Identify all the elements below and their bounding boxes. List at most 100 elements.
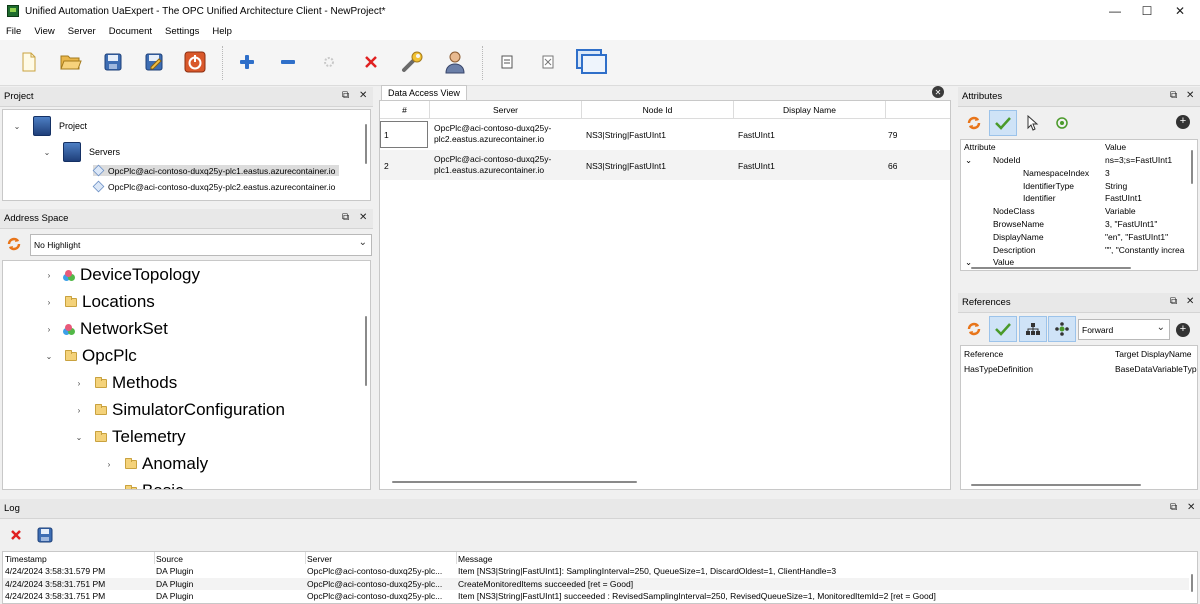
tree-node-telemetry[interactable]: ⌄ Telemetry [73, 427, 186, 447]
highlight-select[interactable]: No Highlight ⌄ [30, 234, 372, 256]
float-icon[interactable]: ⧉ [342, 212, 349, 223]
address-space-scrollbar[interactable] [365, 316, 367, 386]
column-header-server[interactable]: Server [307, 554, 332, 564]
references-header: References ⧉ ✕ [958, 293, 1200, 313]
column-header-timestamp[interactable]: Timestamp [5, 554, 47, 564]
tab-data-access-view[interactable]: Data Access View [381, 85, 467, 100]
save-project-button[interactable] [100, 49, 126, 75]
cursor-button[interactable] [1019, 110, 1047, 136]
clear-log-button[interactable] [2, 522, 30, 548]
add-icon[interactable]: + [1176, 115, 1190, 129]
attribute-name[interactable]: Description [993, 245, 1036, 255]
column-header-message[interactable]: Message [458, 554, 493, 564]
close-tab-icon[interactable]: ✕ [932, 86, 944, 98]
close-icon[interactable]: ✕ [1186, 296, 1194, 307]
attribute-name[interactable]: Identifier [1023, 193, 1056, 203]
reference-target[interactable]: BaseDataVariableType [1115, 364, 1197, 374]
float-icon[interactable]: ⧉ [1170, 90, 1177, 101]
document-view-button[interactable] [494, 49, 520, 75]
close-icon[interactable]: ✕ [1186, 90, 1194, 101]
add-icon[interactable]: + [1176, 323, 1190, 337]
close-window-button[interactable]: ✕ [1163, 0, 1197, 22]
user-button[interactable] [442, 49, 468, 75]
tree-node-device-topology[interactable]: › DeviceTopology [43, 265, 200, 285]
attribute-name[interactable]: IdentifierType [1023, 181, 1074, 191]
open-project-button[interactable] [58, 49, 84, 75]
monitor-button[interactable] [1048, 110, 1076, 136]
save-as-button[interactable] [141, 49, 167, 75]
close-icon[interactable]: ✕ [359, 90, 367, 101]
connect-button[interactable] [316, 49, 342, 75]
attributes-scrollbar-v[interactable] [1191, 150, 1193, 184]
settings-button[interactable] [400, 49, 426, 75]
hierarchy-button[interactable] [1019, 316, 1047, 342]
refresh-icon [967, 116, 981, 130]
menu-settings[interactable]: Settings [163, 25, 201, 38]
menu-server[interactable]: Server [66, 25, 98, 38]
minimize-button[interactable]: — [1098, 0, 1132, 22]
menu-document[interactable]: Document [107, 25, 154, 38]
references-table: Reference Target DisplayName HasTypeDefi… [960, 345, 1198, 490]
table-row[interactable]: 2 OpcPlc@aci-contoso-duxq25y- plc1.eastu… [380, 150, 950, 180]
tree-item-project[interactable]: ⌄ Project [11, 116, 87, 136]
network-button[interactable] [1048, 316, 1076, 342]
attribute-name[interactable]: Value [993, 257, 1014, 267]
menu-view[interactable]: View [32, 25, 56, 38]
new-project-button[interactable] [16, 49, 42, 75]
column-header-number[interactable]: # [380, 101, 430, 119]
float-icon[interactable]: ⧉ [1170, 502, 1177, 513]
references-scrollbar-h[interactable] [971, 484, 1141, 486]
tree-node-opcplc[interactable]: ⌄ OpcPlc [43, 346, 137, 366]
add-server-button[interactable] [234, 49, 260, 75]
float-icon[interactable]: ⧉ [1170, 296, 1177, 307]
log-scrollbar[interactable] [1191, 574, 1193, 592]
close-icon[interactable]: ✕ [1187, 502, 1195, 513]
window-layout-button[interactable] [574, 47, 608, 77]
tree-node-methods[interactable]: › Methods [73, 373, 178, 393]
chevron-down-icon[interactable]: ⌄ [965, 155, 972, 166]
disconnect-button[interactable] [358, 49, 384, 75]
column-header-value[interactable]: Value [1105, 142, 1126, 152]
column-header-node-id[interactable]: Node Id [582, 101, 734, 119]
direction-select[interactable]: Forward ⌄ [1078, 319, 1170, 340]
auto-update-references-button[interactable] [989, 316, 1017, 342]
float-icon[interactable]: ⧉ [342, 90, 349, 101]
attribute-name[interactable]: BrowseName [993, 219, 1044, 229]
menu-help[interactable]: Help [210, 25, 234, 38]
tree-node-locations[interactable]: › Locations [43, 292, 155, 312]
refresh-references-button[interactable] [960, 316, 988, 342]
column-header-source[interactable]: Source [156, 554, 183, 564]
menu-file[interactable]: File [4, 25, 23, 38]
attribute-name[interactable]: DisplayName [993, 232, 1044, 242]
column-header-value[interactable] [886, 101, 950, 119]
column-header-reference[interactable]: Reference [964, 349, 1003, 359]
tree-node-simulator-configuration[interactable]: › SimulatorConfiguration [73, 400, 285, 420]
remove-server-button[interactable] [275, 49, 301, 75]
table-row[interactable]: 1 OpcPlc@aci-contoso-duxq25y- plc2.eastu… [380, 119, 950, 149]
column-header-target[interactable]: Target DisplayName [1115, 349, 1192, 359]
attributes-scrollbar-h[interactable] [971, 267, 1131, 269]
tree-item-connection-plc1[interactable]: OpcPlc@aci-contoso-duxq25y-plc1.eastus.a… [92, 164, 340, 177]
refresh-button[interactable] [6, 236, 24, 254]
attribute-name[interactable]: NodeId [993, 155, 1020, 165]
project-scrollbar[interactable] [365, 124, 367, 164]
auto-update-button[interactable] [989, 110, 1017, 136]
column-header-display-name[interactable]: Display Name [734, 101, 886, 119]
column-header-server[interactable]: Server [430, 101, 582, 119]
attribute-name[interactable]: NamespaceIndex [1023, 168, 1089, 178]
maximize-button[interactable]: ☐ [1130, 0, 1164, 22]
refresh-attributes-button[interactable] [960, 110, 988, 136]
column-header-attribute[interactable]: Attribute [964, 142, 996, 152]
attribute-name[interactable]: NodeClass [993, 206, 1035, 216]
close-icon[interactable]: ✕ [359, 212, 367, 223]
close-document-button[interactable] [535, 49, 561, 75]
tree-item-servers[interactable]: ⌄ Servers [41, 142, 120, 162]
tree-node-network-set[interactable]: › NetworkSet [43, 319, 168, 339]
tree-node-anomaly[interactable]: › Anomaly [103, 454, 208, 474]
data-access-scrollbar[interactable] [392, 481, 637, 483]
tree-node-basic[interactable]: › Basic [103, 481, 184, 489]
tree-item-connection-plc2[interactable]: OpcPlc@aci-contoso-duxq25y-plc2.eastus.a… [92, 180, 335, 193]
save-log-button[interactable] [31, 522, 59, 548]
reference-type[interactable]: HasTypeDefinition [964, 364, 1033, 374]
exit-button[interactable] [182, 49, 208, 75]
